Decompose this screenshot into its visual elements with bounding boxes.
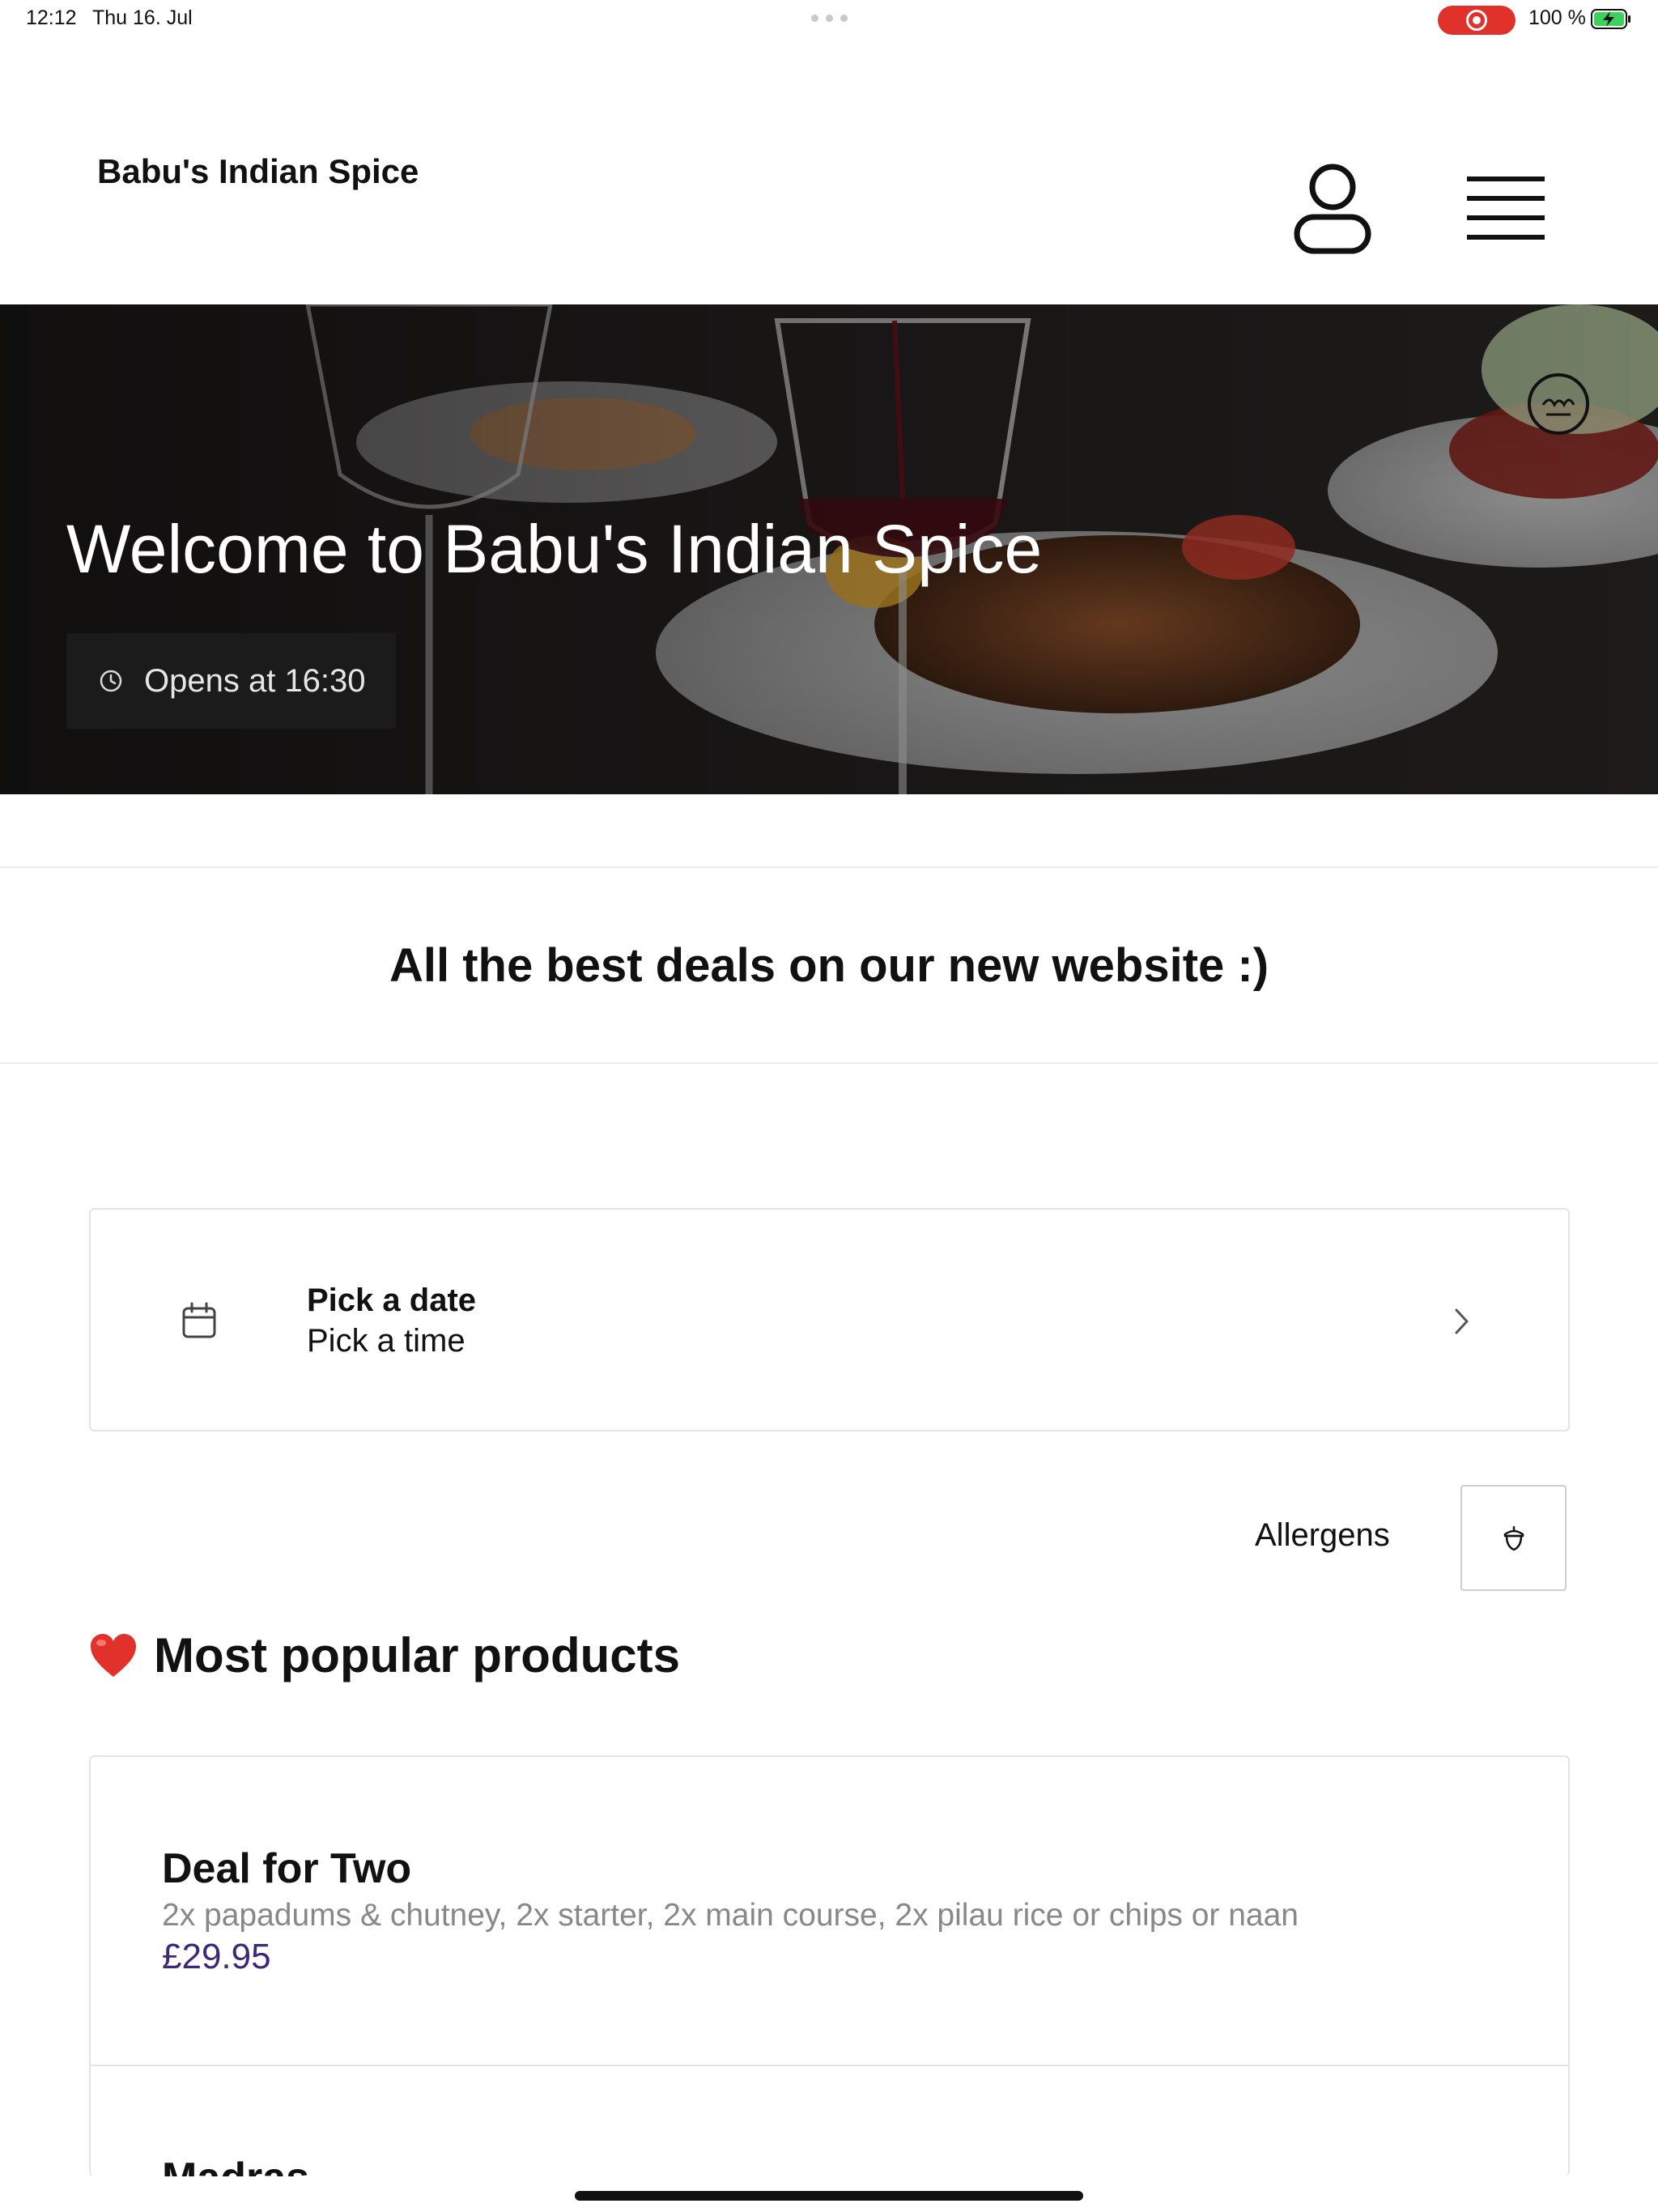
pick-date-label: Pick a date: [307, 1283, 477, 1318]
allergens-button[interactable]: [1460, 1485, 1567, 1591]
announcement-text: All the best deals on our new website :): [389, 938, 1269, 992]
status-date: Thu 16. Jul: [92, 6, 193, 29]
multitasking-dots[interactable]: [811, 15, 848, 22]
acorn-icon: [1503, 1525, 1524, 1551]
chevron-right-icon: [1455, 1308, 1469, 1334]
date-time-picker[interactable]: Pick a date Pick a time: [89, 1208, 1570, 1431]
hero-title: Welcome to Babu's Indian Spice: [66, 511, 1043, 587]
status-time: 12:12: [26, 6, 77, 29]
product-card[interactable]: Deal for Two 2x papadums & chutney, 2x s…: [91, 1757, 1568, 2066]
site-header: Babu's Indian Spice: [0, 39, 1658, 304]
opening-status-text: Opens at 16:30: [144, 662, 366, 699]
status-bar: 12:12 Thu 16. Jul 100 %: [0, 0, 1658, 39]
popular-products-header: Most popular products: [89, 1627, 680, 1683]
product-card[interactable]: Madras: [91, 2066, 1568, 2176]
clock-icon: [100, 670, 122, 692]
product-name: Madras: [162, 2154, 309, 2176]
screen-recording-indicator[interactable]: [1438, 6, 1516, 35]
announcement-banner: All the best deals on our new website :): [0, 866, 1658, 1064]
calendar-icon: [182, 1302, 216, 1338]
opening-status-badge: Opens at 16:30: [66, 633, 396, 729]
battery-percent: 100 %: [1528, 6, 1586, 29]
heart-icon: [91, 1633, 136, 1677]
hamburger-menu-icon[interactable]: [1465, 173, 1546, 243]
pick-time-label: Pick a time: [307, 1323, 466, 1359]
user-icon[interactable]: [1290, 160, 1375, 257]
product-description: 2x papadums & chutney, 2x starter, 2x ma…: [162, 1898, 1299, 1933]
home-indicator[interactable]: [575, 2191, 1083, 2201]
popular-products-title: Most popular products: [154, 1628, 680, 1682]
record-icon: [1466, 10, 1487, 31]
hero-banner: Welcome to Babu's Indian Spice Opens at …: [0, 304, 1658, 794]
product-list: Deal for Two 2x papadums & chutney, 2x s…: [89, 1755, 1570, 2176]
allergens-label: Allergens: [1255, 1517, 1390, 1553]
product-price: £29.95: [162, 1937, 271, 1976]
brand-name[interactable]: Babu's Indian Spice: [97, 152, 419, 191]
halal-logo: [1528, 373, 1589, 435]
battery-charging-icon: [1591, 9, 1630, 29]
product-name: Deal for Two: [162, 1845, 412, 1892]
